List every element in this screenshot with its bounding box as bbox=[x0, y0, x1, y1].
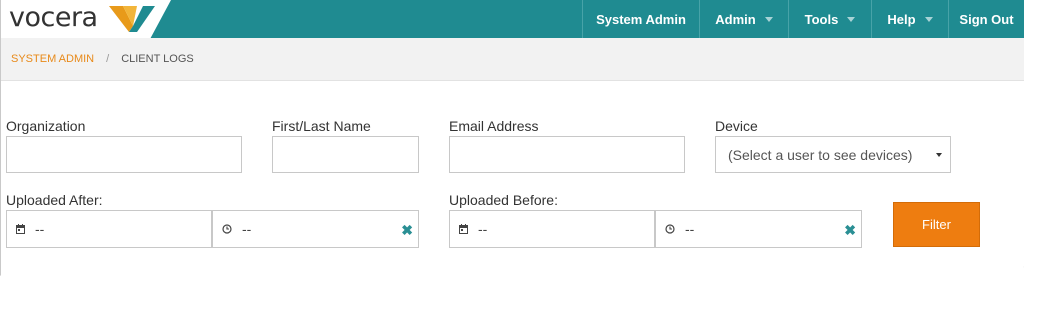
breadcrumb-separator: / bbox=[106, 53, 110, 65]
email-input[interactable] bbox=[449, 136, 685, 173]
nav-system-admin[interactable]: System Admin bbox=[582, 0, 699, 38]
clear-icon[interactable]: ✖ bbox=[401, 222, 413, 239]
uploaded-after-label: Uploaded After: bbox=[6, 192, 103, 208]
filter-button[interactable]: Filter bbox=[893, 202, 980, 247]
breadcrumb: System Admin / Client Logs bbox=[1, 38, 1024, 81]
device-select-value: (Select a user to see devices) bbox=[728, 146, 913, 163]
clock-icon bbox=[222, 224, 232, 234]
nav-sign-out-label: Sign Out bbox=[959, 11, 1014, 27]
top-navbar: vocera System Admin Admin Tools Help Sig… bbox=[1, 0, 1024, 38]
device-label: Device bbox=[715, 118, 758, 134]
uploaded-before-label: Uploaded Before: bbox=[449, 192, 558, 208]
calendar-icon bbox=[16, 224, 25, 234]
uploaded-before-date-value: -- bbox=[478, 221, 488, 237]
nav-help[interactable]: Help bbox=[871, 0, 948, 38]
calendar-icon bbox=[459, 224, 468, 234]
uploaded-before-time-input[interactable]: -- ✖ bbox=[655, 210, 862, 248]
main-nav: System Admin Admin Tools Help Sign Out bbox=[582, 0, 1024, 38]
nav-tools-label: Tools bbox=[804, 11, 839, 27]
caret-down-icon bbox=[936, 153, 942, 157]
app-window: vocera System Admin Admin Tools Help Sig… bbox=[0, 0, 1024, 279]
caret-down-icon bbox=[924, 17, 933, 22]
nav-tools[interactable]: Tools bbox=[788, 0, 871, 38]
caret-down-icon bbox=[847, 17, 856, 22]
filter-button-label: Filter bbox=[922, 217, 951, 232]
organization-input[interactable] bbox=[6, 136, 242, 173]
uploaded-after-date-input[interactable]: -- bbox=[6, 210, 212, 248]
nav-admin-label: Admin bbox=[715, 11, 756, 27]
nav-admin[interactable]: Admin bbox=[699, 0, 788, 38]
uploaded-before-time-value: -- bbox=[685, 221, 695, 237]
device-select[interactable]: (Select a user to see devices) bbox=[715, 136, 951, 173]
uploaded-after-time-input[interactable]: -- ✖ bbox=[212, 210, 419, 248]
clear-icon[interactable]: ✖ bbox=[844, 222, 856, 239]
nav-help-label: Help bbox=[887, 11, 916, 27]
email-label: Email Address bbox=[449, 118, 539, 134]
uploaded-before-date-input[interactable]: -- bbox=[449, 210, 655, 248]
nav-system-admin-label: System Admin bbox=[596, 11, 686, 27]
breadcrumb-system-admin[interactable]: System Admin bbox=[11, 53, 94, 65]
name-label: First/Last Name bbox=[272, 118, 371, 134]
name-input[interactable] bbox=[272, 136, 419, 173]
uploaded-after-date-value: -- bbox=[35, 221, 45, 237]
logo[interactable]: vocera bbox=[1, 0, 171, 38]
uploaded-after-time-value: -- bbox=[242, 221, 252, 237]
logo-text: vocera bbox=[9, 2, 98, 33]
clock-icon bbox=[665, 224, 675, 234]
nav-sign-out[interactable]: Sign Out bbox=[948, 0, 1024, 38]
organization-label: Organization bbox=[6, 118, 86, 134]
caret-down-icon bbox=[764, 17, 773, 22]
breadcrumb-client-logs: Client Logs bbox=[121, 53, 194, 65]
vocera-logo-mark-icon bbox=[109, 6, 155, 32]
